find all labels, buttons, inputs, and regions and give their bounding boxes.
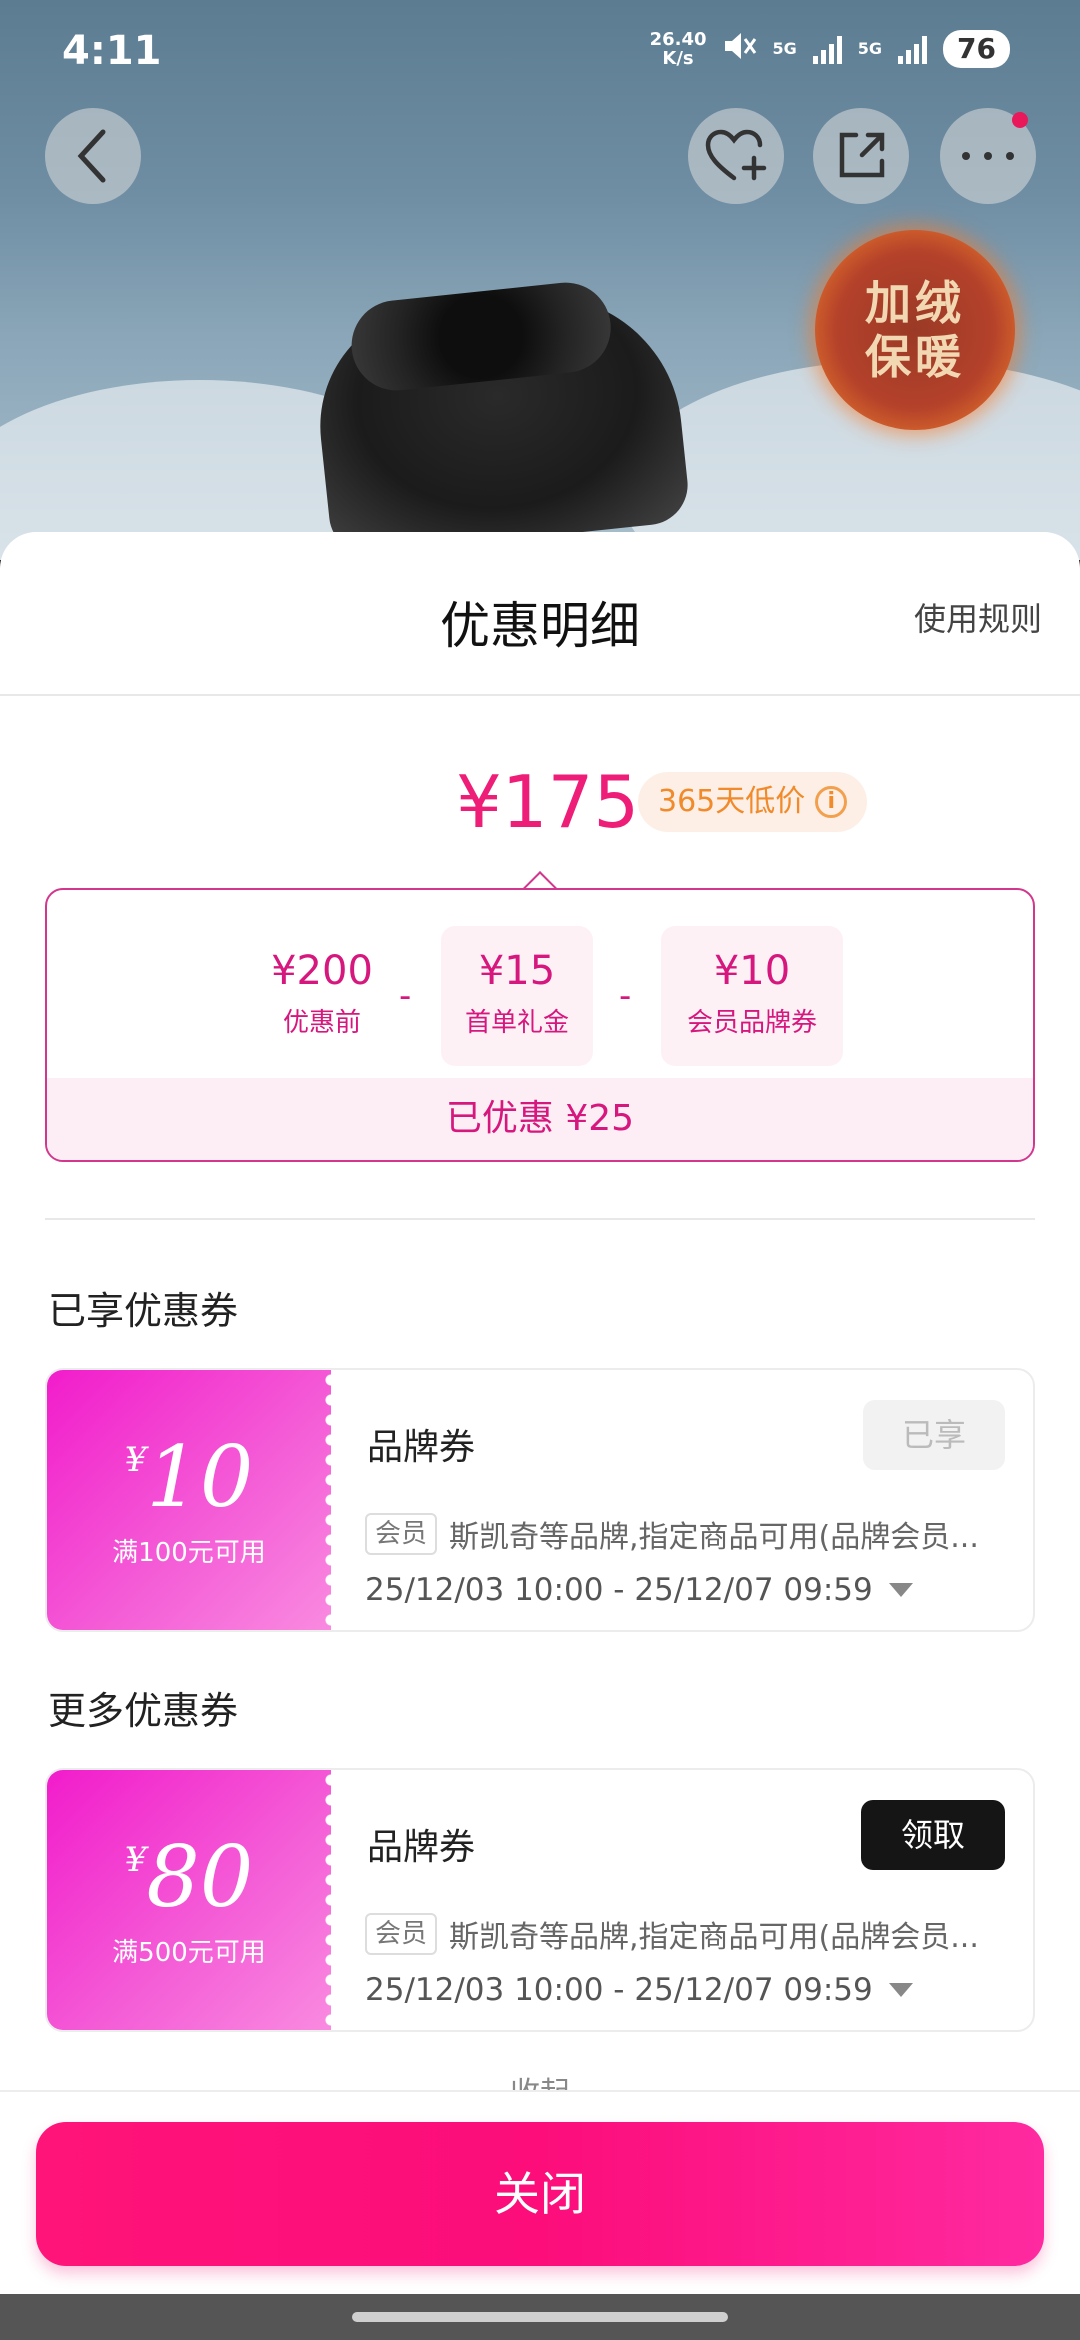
system-navigation-bar [0, 2294, 1080, 2340]
coupon-card: ¥10 满100元可用 品牌券 已享 会员 斯凯奇等品牌,指定商品可用(品牌会员… [45, 1368, 1035, 1632]
badge-line2: 保暖 [865, 330, 965, 384]
more-button[interactable] [940, 108, 1036, 204]
coupon-claimed-button: 已享 [863, 1400, 1005, 1470]
price-breakdown: ¥200 优惠前 - ¥15 首单礼金 - ¥10 会员品牌券 已优惠 ¥25 [45, 888, 1035, 1162]
coupon-amount: 80 [146, 1828, 254, 1926]
breakdown-first-order-gift: ¥15 首单礼金 [441, 926, 593, 1066]
coupon-validity-toggle[interactable]: 25/12/03 10:00 - 25/12/07 09:59 [365, 1572, 913, 1608]
notification-dot [1012, 112, 1028, 128]
section-title-more: 更多优惠券 [48, 1689, 239, 1733]
price-row: ¥175 365天低价 i [0, 760, 1080, 860]
first-order-amount: ¥15 [478, 948, 556, 994]
more-icon [962, 152, 1014, 160]
coupon-value-panel: ¥80 满500元可用 [47, 1770, 339, 2030]
claim-coupon-button[interactable]: 领取 [861, 1800, 1005, 1870]
network-speed-unit: K/s [662, 48, 694, 69]
original-label: 优惠前 [282, 1008, 361, 1038]
section-divider [45, 1218, 1035, 1220]
back-button[interactable] [45, 108, 141, 204]
net-type-2: 5G [857, 39, 883, 58]
favorite-button[interactable] [688, 108, 784, 204]
coupon-description: 斯凯奇等品牌,指定商品可用(品牌会员... [449, 1920, 979, 1955]
coupon-currency: ¥ [124, 1840, 147, 1880]
minus-sign: - [399, 976, 412, 1016]
info-icon: i [815, 786, 848, 818]
coupon-type: 品牌券 [367, 1827, 476, 1868]
coupon-validity: 25/12/03 10:00 - 25/12/07 09:59 [365, 1572, 873, 1608]
network-speed-value: 26.40 [649, 29, 707, 50]
minus-sign: - [619, 976, 632, 1016]
low-price-label: 365天低价 [658, 784, 806, 819]
close-button[interactable]: 关闭 [36, 2122, 1044, 2266]
coupon-condition: 满100元可用 [112, 1538, 266, 1568]
coupon-currency: ¥ [124, 1440, 147, 1480]
network-speed: 26.40 K/s [650, 30, 707, 68]
member-tag: 会员 [365, 1913, 438, 1955]
coupon-type: 品牌券 [367, 1427, 476, 1468]
battery-indicator: 76 [943, 30, 1010, 68]
breakdown-original: ¥200 优惠前 [237, 926, 407, 1066]
chevron-down-icon [888, 1983, 913, 1997]
coupon-amount: 10 [146, 1428, 254, 1526]
member-coupon-label: 会员品牌券 [686, 1008, 817, 1038]
coupon-validity: 25/12/03 10:00 - 25/12/07 09:59 [365, 1972, 873, 2008]
section-title-enjoyed: 已享优惠券 [48, 1289, 239, 1333]
member-tag: 会员 [365, 1513, 438, 1555]
coupon-value-panel: ¥10 满100元可用 [47, 1370, 339, 1630]
badge-line1: 加绒 [865, 276, 965, 330]
status-time: 4:11 [62, 28, 162, 74]
net-type-1: 5G [772, 39, 797, 58]
share-icon [839, 132, 885, 178]
coupon-condition: 满500元可用 [112, 1938, 266, 1968]
final-price: ¥175 [456, 760, 640, 844]
usage-rules-link[interactable]: 使用规则 [914, 594, 1042, 640]
coupon-description: 斯凯奇等品牌,指定商品可用(品牌会员... [449, 1520, 979, 1555]
warm-lining-badge: 加绒 保暖 [815, 230, 1015, 430]
discount-detail-sheet: 优惠明细 使用规则 ¥175 365天低价 i ¥200 优惠前 - ¥15 首… [0, 532, 1080, 2294]
sheet-footer: 关闭 [0, 2090, 1080, 2296]
status-bar: 4:11 26.40 K/s 5G 5G 76 [0, 0, 1080, 110]
low-price-badge[interactable]: 365天低价 i [638, 772, 868, 832]
coupon-card: ¥80 满500元可用 品牌券 领取 会员 斯凯奇等品牌,指定商品可用(品牌会员… [45, 1768, 1035, 2032]
sheet-header: 优惠明细 使用规则 [0, 532, 1080, 696]
boot-image [308, 278, 692, 559]
signal-icon-2 [898, 34, 928, 64]
chevron-down-icon [888, 1583, 913, 1597]
favorite-add-icon [705, 129, 767, 181]
signal-icon-1 [812, 34, 842, 64]
first-order-label: 首单礼金 [464, 1008, 569, 1038]
total-saved: 已优惠 ¥25 [47, 1078, 1033, 1160]
home-indicator[interactable] [352, 2312, 728, 2322]
mute-icon [723, 31, 757, 68]
share-button[interactable] [813, 108, 909, 204]
coupon-validity-toggle[interactable]: 25/12/03 10:00 - 25/12/07 09:59 [365, 1972, 913, 2008]
member-coupon-amount: ¥10 [713, 948, 791, 994]
breakdown-member-coupon: ¥10 会员品牌券 [661, 926, 843, 1066]
original-amount: ¥200 [271, 948, 373, 994]
back-icon [77, 129, 106, 183]
